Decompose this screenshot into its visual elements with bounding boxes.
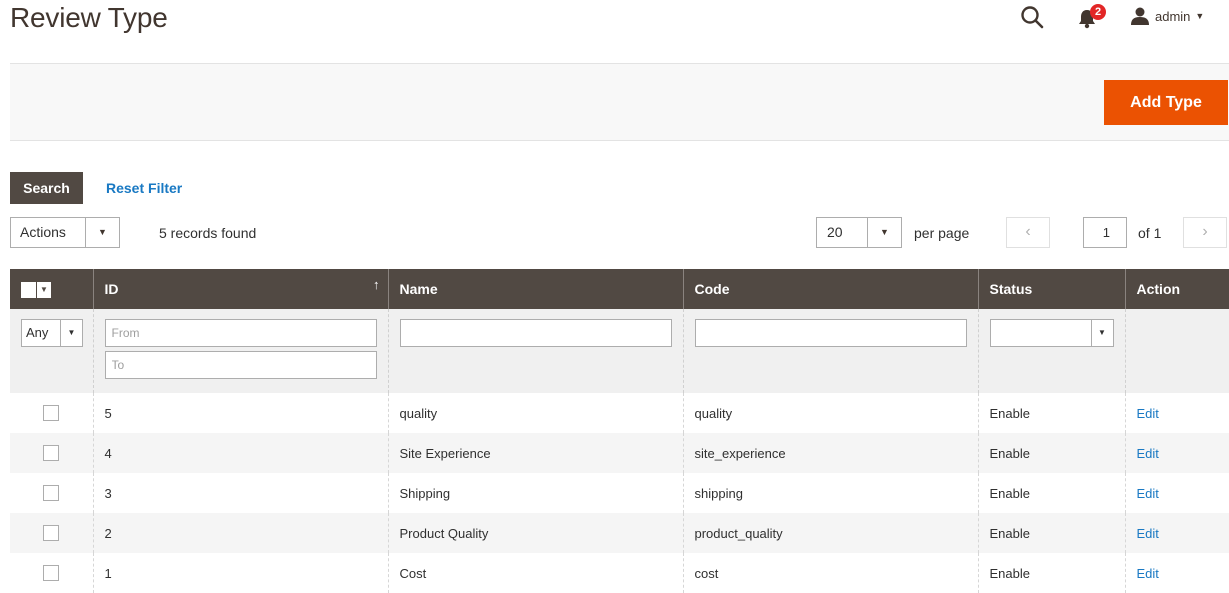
chevron-down-icon: ▼ — [867, 218, 901, 247]
notification-badge: 2 — [1090, 4, 1106, 20]
row-checkbox[interactable] — [43, 525, 60, 542]
notifications-button[interactable]: 2 — [1076, 4, 1106, 30]
cell-id: 4 — [92, 433, 388, 473]
page-actions-bar: Add Type — [10, 63, 1229, 141]
cell-id: 2 — [92, 513, 388, 553]
page-number-input[interactable] — [1083, 217, 1127, 248]
next-page-button[interactable]: › — [1183, 217, 1227, 248]
cell-status: Enable — [977, 393, 1125, 433]
per-page-label: per page — [914, 225, 970, 241]
cell-id: 5 — [92, 393, 388, 433]
chevron-left-icon: ‹ — [1025, 223, 1031, 240]
code-filter-input[interactable] — [694, 319, 967, 347]
chevron-down-icon: ▼ — [1195, 11, 1205, 21]
cell-status: Enable — [977, 433, 1125, 473]
user-name: admin — [1155, 8, 1191, 24]
chevron-down-icon: ▼ — [60, 320, 82, 346]
cell-name: quality — [387, 393, 683, 433]
cell-id: 3 — [92, 473, 388, 513]
table-row: 5 quality quality Enable Edit — [10, 393, 1229, 433]
mass-actions-label: Actions — [20, 224, 66, 240]
cell-name: Cost — [387, 553, 683, 593]
mass-actions-select[interactable]: Actions ▼ — [10, 217, 120, 248]
table-row: 2 Product Quality product_quality Enable Edi… — [10, 513, 1229, 553]
table-row: 1 Cost cost Enable Edit — [10, 553, 1229, 593]
row-checkbox[interactable] — [43, 405, 60, 422]
id-from-input[interactable] — [104, 319, 377, 347]
edit-link[interactable]: Edit — [1137, 526, 1159, 541]
row-checkbox[interactable] — [43, 565, 60, 582]
edit-link[interactable]: Edit — [1137, 486, 1159, 501]
reset-filter-link[interactable]: Reset Filter — [106, 180, 182, 196]
edit-link[interactable]: Edit — [1137, 446, 1159, 461]
edit-link[interactable]: Edit — [1137, 566, 1159, 581]
per-page-select[interactable]: 20 ▼ — [816, 217, 902, 248]
cell-code: product_quality — [682, 513, 978, 553]
mass-select-header[interactable]: ▼ — [10, 269, 93, 309]
sort-arrow-icon: ↑ — [373, 277, 380, 292]
name-filter-input[interactable] — [399, 319, 672, 347]
table-row: 4 Site Experience site_experience Enable Edi… — [10, 433, 1229, 473]
chevron-down-icon: ▼ — [1090, 320, 1113, 346]
mass-select-checkbox[interactable]: ▼ — [21, 281, 51, 298]
row-checkbox[interactable] — [43, 445, 60, 462]
search-icon[interactable] — [1019, 4, 1045, 30]
chevron-down-icon: ▼ — [85, 218, 119, 247]
cell-status: Enable — [977, 553, 1125, 593]
column-header-status[interactable]: Status — [977, 269, 1125, 309]
cell-status: Enable — [977, 473, 1125, 513]
status-filter-select[interactable]: ▼ — [989, 319, 1114, 347]
cell-id: 1 — [92, 553, 388, 593]
previous-page-button[interactable]: ‹ — [1006, 217, 1050, 248]
filter-row: Any ▼ ▼ — [10, 309, 1229, 393]
column-header-name[interactable]: Name — [387, 269, 683, 309]
cell-code: site_experience — [682, 433, 978, 473]
row-checkbox[interactable] — [43, 485, 60, 502]
page-title: Review Type — [10, 2, 168, 33]
cell-name: Product Quality — [387, 513, 683, 553]
page-total: of 1 — [1138, 225, 1162, 241]
cell-name: Site Experience — [387, 433, 683, 473]
column-header-code[interactable]: Code — [682, 269, 978, 309]
column-header-id[interactable]: ID ↑ — [92, 269, 388, 309]
user-menu[interactable]: admin ▼ — [1130, 4, 1204, 28]
id-to-input[interactable] — [104, 351, 377, 379]
any-select[interactable]: Any ▼ — [21, 319, 83, 347]
chevron-right-icon: › — [1202, 223, 1208, 240]
grid-header-row: ▼ ID ↑ Name Code Status Action — [10, 269, 1229, 309]
search-button[interactable]: Search — [10, 172, 83, 204]
add-type-button[interactable]: Add Type — [1104, 80, 1228, 125]
column-header-action: Action — [1124, 269, 1229, 309]
cell-code: quality — [682, 393, 978, 433]
chevron-down-icon: ▼ — [40, 285, 48, 295]
records-found: 5 records found — [159, 225, 257, 241]
cell-status: Enable — [977, 513, 1125, 553]
review-type-grid: ▼ ID ↑ Name Code Status Action Any ▼ Fro… — [10, 269, 1229, 593]
edit-link[interactable]: Edit — [1137, 406, 1159, 421]
user-icon — [1131, 7, 1149, 25]
any-select-value: Any — [26, 325, 49, 340]
cell-name: Shipping — [387, 473, 683, 513]
table-row: 3 Shipping shipping Enable Edit — [10, 473, 1229, 513]
cell-code: cost — [682, 553, 978, 593]
per-page-value: 20 — [827, 224, 843, 240]
cell-code: shipping — [682, 473, 978, 513]
